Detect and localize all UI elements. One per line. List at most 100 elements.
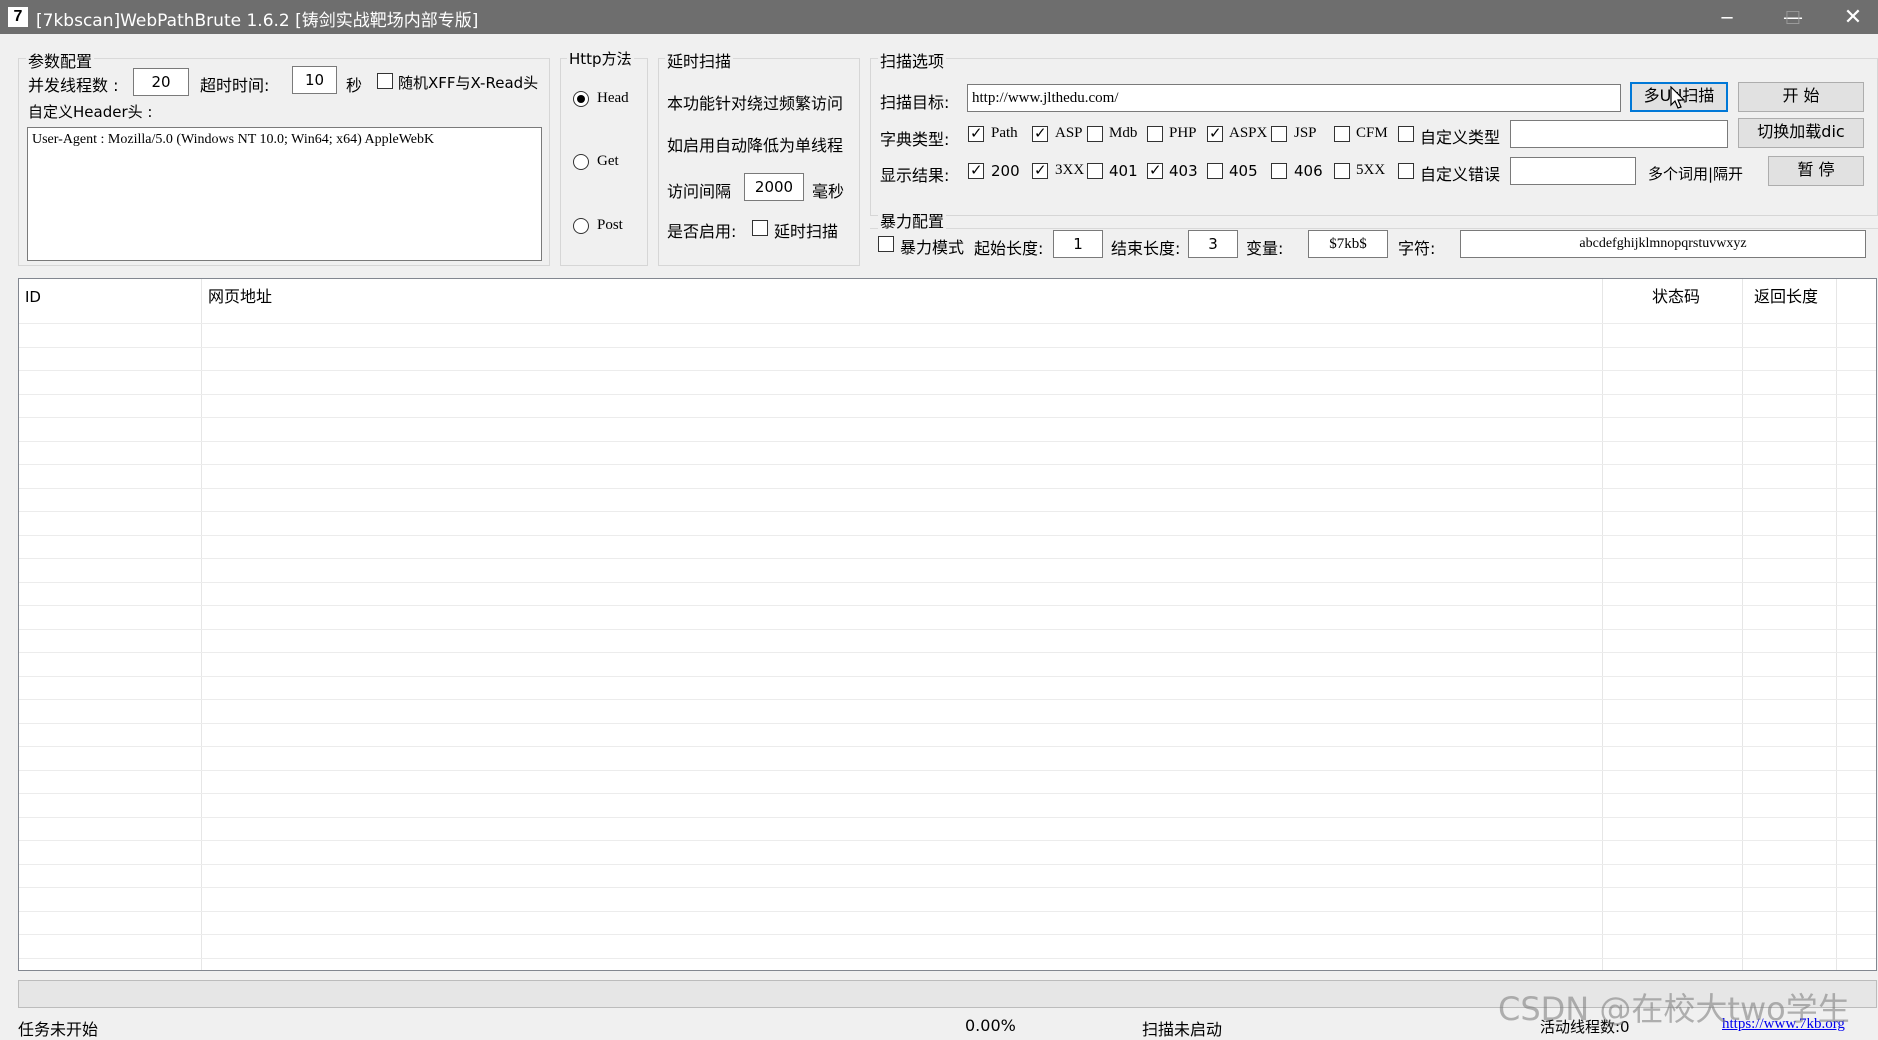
dict-php-label: PHP (1169, 125, 1197, 141)
code-custom-error-checkbox[interactable] (1398, 163, 1414, 179)
code-401-checkbox[interactable] (1087, 163, 1103, 179)
radio-get[interactable] (573, 154, 589, 170)
column-header-length[interactable]: 返回长度 (1748, 279, 1848, 315)
dict-jsp-checkbox[interactable] (1271, 126, 1287, 142)
dict-aspx-checkbox[interactable] (1207, 124, 1223, 142)
variable-input[interactable]: $7kb$ (1308, 230, 1388, 258)
minimize-button[interactable]: ─ (1704, 0, 1750, 34)
delay-enable-checkbox[interactable] (752, 220, 768, 236)
delay-desc-2: 如启用自动降低为单线程 (667, 136, 844, 155)
column-header-id[interactable]: ID (19, 279, 199, 315)
table-row-line (19, 676, 1876, 677)
code-403-label: 403 (1169, 162, 1198, 180)
dict-aspx-label: ASPX (1229, 125, 1268, 141)
dict-cfm-checkbox[interactable] (1334, 126, 1350, 142)
table-row-line (19, 394, 1876, 395)
delay-desc-1: 本功能针对绕过频繁访问 (667, 94, 844, 113)
table-row-line (19, 911, 1876, 912)
radio-post-label: Post (597, 217, 623, 233)
dict-path-checkbox[interactable] (968, 124, 984, 142)
close-button[interactable]: ✕ (1830, 0, 1876, 34)
threads-label: 并发线程数 : (28, 76, 119, 95)
dict-mdb-label: Mdb (1109, 125, 1138, 141)
timeout-label: 超时时间: (200, 76, 270, 95)
code-401-label: 401 (1109, 162, 1138, 180)
radio-post[interactable] (573, 218, 589, 234)
target-input[interactable]: http://www.jlthedu.com/ (967, 84, 1621, 112)
table-row-line (19, 723, 1876, 724)
code-200-label: 200 (991, 162, 1020, 180)
dict-custom-checkbox[interactable] (1398, 126, 1414, 142)
header-textarea[interactable]: User-Agent : Mozilla/5.0 (Windows NT 10.… (27, 127, 542, 261)
results-table[interactable]: ID 网页地址 状态码 返回长度 (18, 278, 1877, 971)
params-legend: 参数配置 (26, 48, 95, 72)
scan-options-legend: 扫描选项 (878, 48, 947, 72)
multi-word-hint: 多个词用|隔开 (1648, 165, 1744, 183)
end-length-label: 结束长度: (1111, 239, 1181, 258)
table-row-line (19, 417, 1876, 418)
delay-scan-legend: 延时扫描 (665, 48, 734, 72)
target-label: 扫描目标: (880, 93, 950, 112)
code-406-label: 406 (1294, 162, 1323, 180)
table-row-line (19, 793, 1876, 794)
radio-head[interactable] (573, 91, 589, 107)
pause-button[interactable]: 暂 停 (1768, 156, 1864, 186)
delay-enable-checkbox-label: 延时扫描 (774, 222, 839, 241)
custom-error-input[interactable] (1510, 157, 1636, 185)
code-3xx-checkbox[interactable] (1032, 161, 1048, 179)
column-divider (1602, 279, 1603, 970)
http-method-legend: Http方法 (567, 48, 634, 69)
maximize-icon: ☐ (1784, 8, 1802, 29)
timeout-input[interactable]: 10 (292, 66, 337, 94)
chars-input[interactable]: abcdefghijklmnopqrstuvwxyz (1460, 230, 1866, 258)
custom-type-input[interactable] (1510, 120, 1728, 148)
code-5xx-checkbox[interactable] (1334, 163, 1350, 179)
table-row-line (19, 840, 1876, 841)
code-403-checkbox[interactable] (1147, 161, 1163, 179)
title-bar: 7 [7kbscan]WebPathBrute 1.6.2 [铸剑实战靶场内部专… (0, 0, 1878, 34)
table-row-line (19, 652, 1876, 653)
dict-path-label: Path (991, 125, 1018, 141)
start-button[interactable]: 开 始 (1738, 82, 1864, 112)
code-406-checkbox[interactable] (1271, 163, 1287, 179)
code-200-checkbox[interactable] (968, 161, 984, 179)
end-length-input[interactable]: 3 (1188, 230, 1238, 258)
random-xff-checkbox[interactable] (377, 73, 393, 89)
task-status: 任务未开始 (18, 1020, 99, 1039)
table-row-line (19, 605, 1876, 606)
table-row-line (19, 535, 1876, 536)
code-405-checkbox[interactable] (1207, 163, 1223, 179)
interval-unit: 毫秒 (812, 182, 845, 201)
maximize-button[interactable]: ☐ (1770, 0, 1816, 34)
table-row-line (19, 558, 1876, 559)
interval-input[interactable]: 2000 (744, 173, 804, 201)
code-3xx-label: 3XX (1055, 162, 1085, 178)
dict-mdb-checkbox[interactable] (1087, 126, 1103, 142)
app-icon: 7 (8, 7, 28, 27)
threads-input[interactable]: 20 (133, 68, 189, 96)
dict-php-checkbox[interactable] (1147, 126, 1163, 142)
dict-type-label: 字典类型: (880, 130, 950, 149)
code-405-label: 405 (1229, 162, 1258, 180)
switch-dict-button[interactable]: 切换加载dic (1738, 118, 1864, 148)
column-header-url[interactable]: 网页地址 (202, 279, 1602, 315)
close-icon: ✕ (1843, 5, 1863, 30)
table-row-line (19, 864, 1876, 865)
brute-mode-label: 暴力模式 (900, 238, 965, 257)
minimize-icon: ─ (1721, 8, 1733, 29)
table-row-line (19, 347, 1876, 348)
dict-asp-checkbox[interactable] (1032, 124, 1048, 142)
radio-get-label: Get (597, 153, 619, 169)
chars-label: 字符: (1398, 239, 1436, 258)
start-length-input[interactable]: 1 (1053, 230, 1103, 258)
table-row-line (19, 746, 1876, 747)
table-row-line (19, 934, 1876, 935)
progress-percent: 0.00% (965, 1016, 1016, 1035)
radio-head-label: Head (597, 90, 629, 106)
watermark-text: CSDN @在校大two学生 (1498, 990, 1850, 1028)
dict-jsp-label: JSP (1294, 125, 1317, 141)
table-row-line (19, 511, 1876, 512)
table-row-line (19, 699, 1876, 700)
table-row-line (19, 582, 1876, 583)
brute-mode-checkbox[interactable] (878, 236, 894, 252)
